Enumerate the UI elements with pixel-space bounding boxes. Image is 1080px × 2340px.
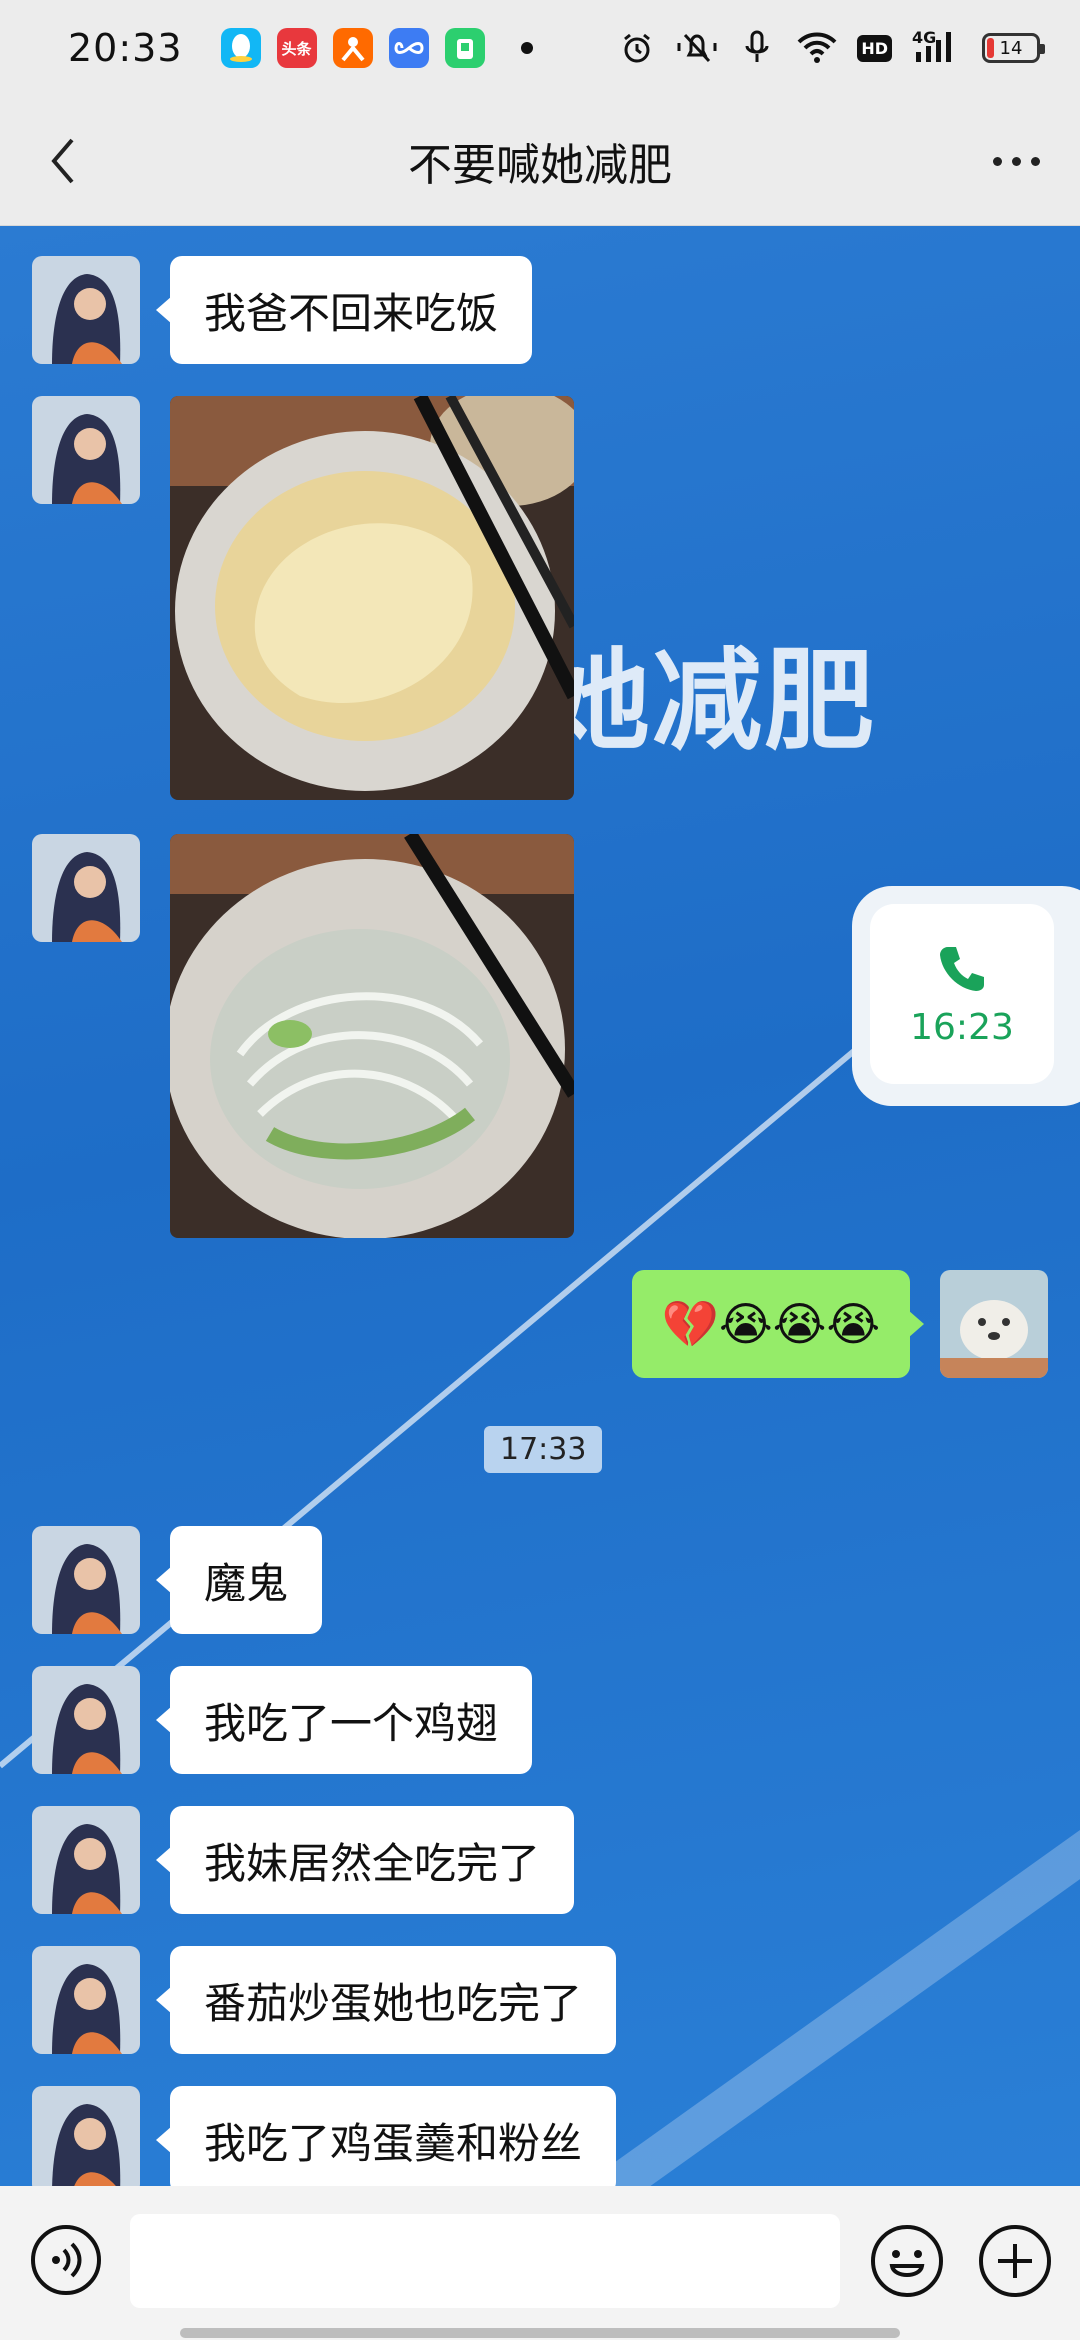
outgoing-message-bubble[interactable]: 💔😭😭😭 [632,1270,924,1378]
contact-avatar[interactable] [32,2086,140,2186]
dot-icon [1011,156,1021,166]
toutiao-icon: 头条 [276,28,317,68]
alarm-icon [617,28,657,68]
smiley-icon [871,2225,943,2297]
hd-badge: HD [857,34,892,62]
my-avatar[interactable] [940,1270,1048,1378]
message-bubble[interactable]: 我吃了一个鸡翅 [155,1666,533,1774]
qq-icon [220,28,261,68]
status-app-icons: 头条 [220,28,533,68]
chevron-left-icon [51,138,74,184]
call-record-inner: 16:23 [870,904,1054,1084]
status-indicators: HD 4G 14 [617,28,1045,68]
home-indicator[interactable] [180,2328,900,2338]
dot-icon [1030,156,1040,166]
message-bubble[interactable]: 番茄炒蛋她也吃完了 [155,1946,617,2054]
message-text: 番茄炒蛋她也吃完了 [204,1978,583,2028]
contact-avatar[interactable] [32,1946,140,2054]
contact-avatar[interactable] [32,1526,140,1634]
call-time: 16:23 [910,1006,1014,1048]
more-options-button[interactable] [976,126,1056,196]
background-text: 她减肥 [540,637,876,765]
input-bar [0,2186,1080,2340]
message-text: 我吃了鸡蛋羹和粉丝 [204,2118,583,2168]
voice-call-record[interactable]: 16:23 [852,886,1080,1106]
battery-icon: 14 [982,33,1045,63]
battery-level: 14 [999,37,1023,59]
contact-avatar[interactable] [32,1666,140,1774]
message-bubble[interactable]: 我妹居然全吃完了 [155,1806,575,1914]
signal-icon: 4G [912,28,962,68]
contact-avatar[interactable] [32,396,140,504]
chat-area[interactable]: 她减肥 我爸不回来吃饭 16:23 💔😭😭😭 17:33 魔鬼 我吃了一个鸡翅 … [0,226,1080,2186]
chat-header: 不要喊她减肥 [0,96,1080,226]
message-text: 我爸不回来吃饭 [204,288,499,338]
infinity-app-icon [388,28,429,68]
voice-icon [31,2225,101,2295]
green-app-icon [444,28,485,68]
message-text: 魔鬼 [204,1558,289,1608]
more-notifications-dot [520,42,533,54]
contact-avatar[interactable] [32,1806,140,1914]
more-functions-button[interactable] [978,2224,1052,2298]
dot-icon [992,156,1002,166]
status-time: 20:33 [68,26,183,70]
message-text: 我妹居然全吃完了 [204,1838,541,1888]
chat-title: 不要喊她减肥 [408,139,672,191]
taobao-icon [332,28,373,68]
wifi-icon [797,28,837,68]
voice-input-button[interactable] [30,2224,102,2296]
message-text: 我吃了一个鸡翅 [204,1698,499,1748]
microphone-icon [737,28,777,68]
message-bubble[interactable]: 我爸不回来吃饭 [155,256,533,364]
time-divider: 17:33 [484,1426,603,1473]
mute-bell-icon [677,28,717,68]
emoji-button[interactable] [870,2224,944,2298]
toutiao-label: 头条 [281,39,312,58]
contact-avatar[interactable] [32,834,140,942]
back-button[interactable] [28,126,98,196]
phone-icon [940,946,984,991]
photo-message-vermicelli[interactable] [170,834,574,1238]
message-text: 💔😭😭😭 [661,1296,881,1351]
status-bar: 20:33 头条 HD 4G 14 [0,0,1080,96]
plus-icon [979,2225,1051,2297]
message-bubble[interactable]: 我吃了鸡蛋羹和粉丝 [155,2086,617,2186]
message-bubble[interactable]: 魔鬼 [155,1526,323,1634]
photo-message-egg-custard[interactable] [170,396,574,800]
contact-avatar[interactable] [32,256,140,364]
message-input[interactable] [130,2214,840,2308]
